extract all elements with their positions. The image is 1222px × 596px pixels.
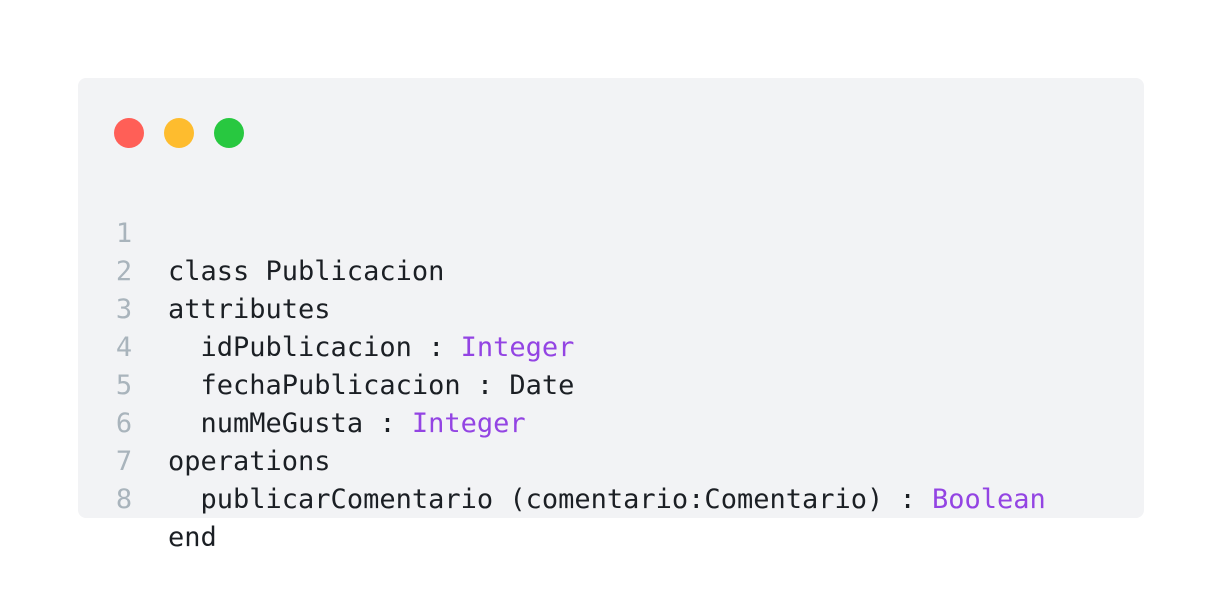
minimize-dot-icon[interactable] (164, 118, 194, 148)
code-block: 1 class Publicacion 2 attributes 3 idPub… (78, 177, 1144, 553)
code-line: 7 publicarComentario (comentario:Comenta… (78, 405, 1144, 515)
code-line: 2 attributes (78, 215, 1144, 325)
maximize-dot-icon[interactable] (214, 118, 244, 148)
line-text: publicarComentario (comentario:Comentari… (200, 484, 1046, 515)
code-line: 6 operations (78, 367, 1144, 477)
type-keyword: Boolean (932, 484, 1046, 515)
code-line: 4 fechaPublicacion : Date (78, 291, 1144, 401)
line-text: end (168, 522, 217, 553)
line-number: 8 (115, 484, 133, 515)
code-line: 3 idPublicacion : Integer (78, 253, 1144, 363)
code-line: 5 numMeGusta : Integer (78, 329, 1144, 439)
code-line: 8 end (78, 443, 1144, 553)
code-window: 1 class Publicacion 2 attributes 3 idPub… (78, 78, 1144, 553)
close-dot-icon[interactable] (114, 118, 144, 148)
code-line: 1 class Publicacion (78, 177, 1144, 287)
